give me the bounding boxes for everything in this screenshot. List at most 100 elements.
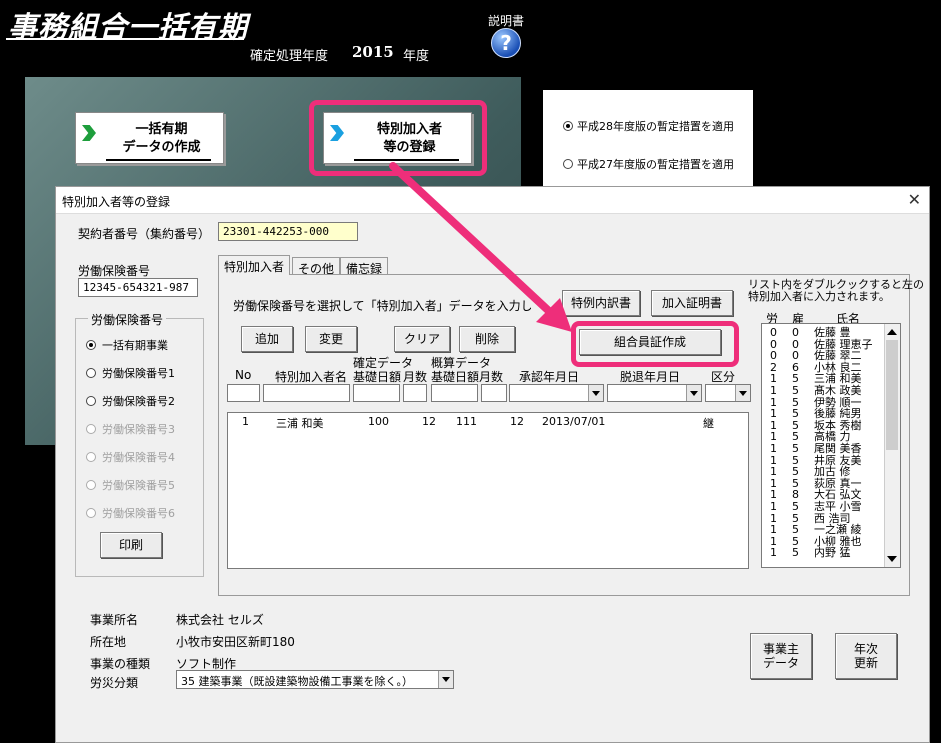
member-ro: 0 [770,326,777,339]
list-item[interactable]: 0 0 佐藤 理恵子 [762,337,900,351]
name-input[interactable] [263,384,350,402]
print-button[interactable]: 印刷 [100,532,162,558]
radio-selected-icon[interactable] [563,121,573,131]
list-item[interactable]: 1 5 西 浩司 [762,513,900,524]
list-item[interactable]: 1 5 加古 修 [762,466,900,477]
register-special-button[interactable]: 特別加入者 等の登録 [323,112,472,164]
chevron-down-icon[interactable] [686,385,701,401]
kubun-select[interactable] [705,384,751,402]
group-item-5: 労働保険番号5 [86,477,175,493]
accident-class-value: 35 建築事業（既設建築物設備工事業を除く。） [181,675,413,688]
radio-icon[interactable] [563,159,573,169]
list-item[interactable]: 1 5 一之瀬 綾 [762,524,900,535]
chevron-down-icon[interactable] [735,385,750,401]
group-item-label: 労働保険番号3 [102,423,175,436]
member-card-button[interactable]: 組合員証作成 [579,329,721,355]
list-item[interactable]: 1 5 三浦 和美 [762,373,900,384]
close-icon[interactable]: ✕ [908,190,921,209]
group-item-0[interactable]: 一括有期事業 [86,337,168,353]
member-name: 内野 猛 [814,546,851,560]
list-item[interactable]: 1 5 伊勢 順一 [762,395,900,409]
list-item[interactable]: 1 5 後藤 純男 [762,407,900,421]
help-icon[interactable]: ? [491,28,521,58]
option-h27[interactable]: 平成27年度版の暫定措置を適用 [563,156,734,172]
list-item[interactable]: 1 8 大石 弘文 [762,488,900,502]
create-data-button[interactable]: 一括有期 データの作成 [75,112,224,164]
approve-date-select[interactable] [509,384,604,402]
scroll-down-icon[interactable] [887,556,897,562]
accident-class-select[interactable]: 35 建築事業（既設建築物設備工事業を除く。） [176,670,454,689]
contract-number-field[interactable]: 23301-442253-000 [218,222,358,241]
months1-input[interactable] [403,384,427,402]
radio-selected-icon[interactable] [86,340,96,350]
dialog-title: 特別加入者等の登録 [62,195,171,209]
annual-update-button[interactable]: 年次 更新 [835,633,897,679]
radio-icon[interactable] [86,396,96,406]
chevron-down-icon[interactable] [438,671,453,688]
member-ro: 2 [770,360,777,374]
scrollbar[interactable] [884,324,900,567]
list-item[interactable]: 0 0 佐藤 豊 [762,326,900,339]
member-name: 後藤 純男 [814,407,862,421]
header-months2: 月数 [479,370,504,384]
tab-pane: 労働保険番号を選択して「特別加入者」データを入力してください。 特例内訳書 加入… [218,274,924,596]
member-ko: 8 [792,488,799,502]
fiscal-year-value: 2015 [352,43,394,61]
add-button[interactable]: 追加 [241,326,293,352]
radio-icon[interactable] [86,368,96,378]
base1-input[interactable] [353,384,400,402]
delete-button[interactable]: 削除 [459,326,515,352]
member-name: 伊勢 順一 [814,395,862,409]
list-item[interactable]: 1 5 内野 猛 [762,546,900,560]
tab-other[interactable]: その他 [292,257,341,276]
member-ro: 1 [770,546,777,560]
special-breakdown-button[interactable]: 特例内訳書 [562,290,640,316]
group-item-2[interactable]: 労働保険番号2 [86,393,175,409]
no-input[interactable] [227,384,260,402]
member-name: 小林 良二 [814,360,862,374]
list-item[interactable]: 2 6 小林 良二 [762,360,900,374]
months2-input[interactable] [481,384,507,402]
member-ko: 5 [792,546,799,560]
row-name: 三浦 和美 [276,417,324,430]
member-ko: 0 [792,337,799,351]
insurance-group-label: 労働保険番号 [88,311,167,328]
employee-list[interactable]: 0 0 佐藤 豊 0 0 佐藤 理恵子 0 0 佐藤 翠二 2 6 小林 良二 1 5 三浦 和美 1 5 髙木 … [761,323,901,568]
radio-icon [86,424,96,434]
list-item[interactable]: 1 5 髙木 政美 [762,385,900,396]
insurance-number-field[interactable]: 12345-654321-987 [78,278,198,297]
list-item[interactable]: 1 5 志平 小雪 [762,501,900,512]
tab-memo[interactable]: 備忘録 [340,257,389,276]
option-h28[interactable]: 平成28年度版の暫定措置を適用 [563,118,734,134]
employer-data-button[interactable]: 事業主 データ [750,633,812,679]
member-ro: 1 [770,453,777,467]
change-button[interactable]: 変更 [305,326,357,352]
dialog-titlebar: 特別加入者等の登録 ✕ [56,187,929,214]
certificate-button[interactable]: 加入証明書 [651,290,733,316]
tab-special-members[interactable]: 特別加入者 [218,255,291,275]
row-no: 1 [242,415,249,428]
member-list[interactable]: 1 三浦 和美 100 12 111 12 2013/07/01 継 [227,412,749,569]
member-ro: 1 [770,395,777,409]
list-item[interactable]: 1 5 井原 友美 [762,453,900,467]
base2-input[interactable] [431,384,478,402]
insurance-group: 労働保険番号 一括有期事業 労働保険番号1 労働保険番号2 労働保険番号3 労働… [75,311,204,577]
chevron-right-icon [82,125,96,141]
leave-date-select[interactable] [607,384,702,402]
annual-update-line1: 年次 [853,642,878,656]
scroll-thumb[interactable] [886,340,898,450]
group-item-1[interactable]: 労働保険番号1 [86,365,175,381]
clear-button[interactable]: クリア [394,326,450,352]
address-value: 小牧市安田区新町180 [176,635,295,649]
list-item[interactable]: 1 5 尾関 美香 [762,443,900,454]
register-special-line2: 等の登録 [383,140,436,155]
list-item[interactable]: 0 0 佐藤 翠二 [762,350,900,361]
group-item-label: 労働保険番号2 [102,395,175,408]
create-data-line1: 一括有期 [135,122,188,137]
chevron-down-icon[interactable] [588,385,603,401]
row-months2: 12 [510,415,524,428]
help-label: 説明書 [488,14,525,28]
side-note-2: 特別加入者に入力されます。 [748,290,890,303]
list-item[interactable]: 1 5 高橋 力 [762,431,900,442]
scroll-up-icon[interactable] [887,329,897,335]
